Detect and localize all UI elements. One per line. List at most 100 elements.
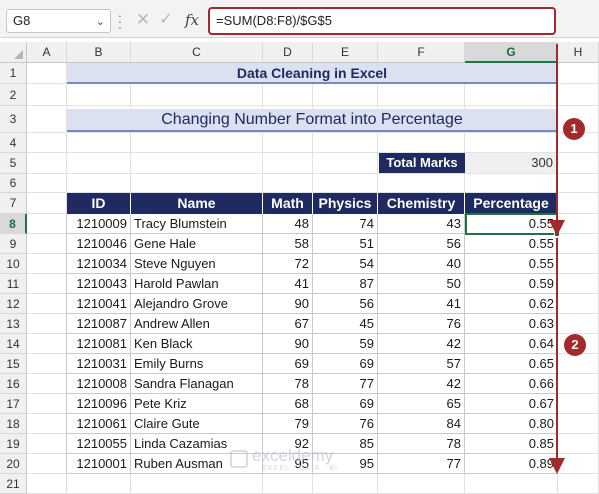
column-header-f[interactable]: F — [378, 42, 465, 63]
table-cell[interactable]: Harold Pawlan — [131, 274, 263, 294]
total-marks-label[interactable]: Total Marks — [379, 153, 465, 173]
table-cell[interactable]: 1210096 — [67, 394, 131, 414]
chevron-down-icon[interactable]: ⌄ — [96, 11, 105, 33]
table-cell[interactable]: 77 — [378, 454, 465, 474]
table-cell[interactable]: 41 — [263, 274, 313, 294]
row-header-5[interactable]: 5 — [0, 153, 27, 174]
table-header-cell[interactable]: Name — [131, 193, 263, 214]
row-header-18[interactable]: 18 — [0, 414, 27, 434]
row-header-4[interactable]: 4 — [0, 133, 27, 153]
row-header-11[interactable]: 11 — [0, 274, 27, 294]
column-header-b[interactable]: B — [67, 42, 131, 63]
table-cell[interactable]: 0.89 — [465, 454, 558, 474]
row-header-21[interactable]: 21 — [0, 474, 27, 494]
row-header-16[interactable]: 16 — [0, 374, 27, 394]
table-cell[interactable]: 69 — [313, 394, 378, 414]
table-cell[interactable]: 0.80 — [465, 414, 558, 434]
row-header-19[interactable]: 19 — [0, 434, 27, 454]
row-header-3[interactable]: 3 — [0, 106, 27, 133]
table-cell[interactable]: 56 — [313, 294, 378, 314]
table-cell[interactable]: 1210046 — [67, 234, 131, 254]
table-cell[interactable]: 1210031 — [67, 354, 131, 374]
table-cell[interactable]: Andrew Allen — [131, 314, 263, 334]
table-header-cell[interactable]: Percentage — [465, 193, 558, 214]
insert-function-icon[interactable]: fx — [182, 10, 202, 30]
more-options-icon[interactable]: · · · — [117, 8, 123, 34]
table-cell[interactable]: 0.55 — [465, 254, 558, 274]
table-cell[interactable]: 76 — [378, 314, 465, 334]
table-cell[interactable]: 79 — [263, 414, 313, 434]
table-cell[interactable]: Sandra Flanagan — [131, 374, 263, 394]
table-cell[interactable]: Steve Nguyen — [131, 254, 263, 274]
table-cell[interactable]: 43 — [378, 214, 465, 234]
table-cell[interactable]: 1210008 — [67, 374, 131, 394]
table-cell[interactable]: 0.62 — [465, 294, 558, 314]
table-cell[interactable]: 0.67 — [465, 394, 558, 414]
table-header-cell[interactable]: ID — [67, 193, 131, 214]
table-cell[interactable]: 57 — [378, 354, 465, 374]
table-cell[interactable]: Pete Kriz — [131, 394, 263, 414]
table-cell[interactable]: 0.65 — [465, 354, 558, 374]
table-cell[interactable]: 67 — [263, 314, 313, 334]
table-cell[interactable]: Tracy Blumstein — [131, 214, 263, 234]
table-cell[interactable]: 65 — [378, 394, 465, 414]
table-cell[interactable]: 78 — [263, 374, 313, 394]
column-header-g[interactable]: G — [465, 42, 558, 63]
table-cell[interactable]: 59 — [313, 334, 378, 354]
total-marks-value[interactable]: 300 — [465, 153, 557, 173]
table-cell[interactable]: 1210081 — [67, 334, 131, 354]
table-cell[interactable]: Emily Burns — [131, 354, 263, 374]
sheet-title[interactable]: Data Cleaning in Excel — [67, 63, 557, 84]
row-header-1[interactable]: 1 — [0, 63, 27, 84]
table-cell[interactable]: 0.85 — [465, 434, 558, 454]
table-cell[interactable]: 69 — [313, 354, 378, 374]
fill-handle[interactable] — [554, 231, 560, 237]
table-cell[interactable]: 76 — [313, 414, 378, 434]
table-cell[interactable]: 1210055 — [67, 434, 131, 454]
table-cell[interactable]: 51 — [313, 234, 378, 254]
check-icon[interactable]: ✓ — [157, 10, 175, 30]
table-cell[interactable]: 74 — [313, 214, 378, 234]
row-header-9[interactable]: 9 — [0, 234, 27, 254]
table-header-cell[interactable]: Chemistry — [378, 193, 465, 214]
table-cell[interactable]: 90 — [263, 334, 313, 354]
table-cell[interactable]: 1210061 — [67, 414, 131, 434]
sheet-subtitle[interactable]: Changing Number Format into Percentage — [67, 109, 557, 132]
row-header-6[interactable]: 6 — [0, 174, 27, 193]
table-cell[interactable]: 1210087 — [67, 314, 131, 334]
row-header-17[interactable]: 17 — [0, 394, 27, 414]
table-cell[interactable]: 56 — [378, 234, 465, 254]
table-cell[interactable]: 42 — [378, 374, 465, 394]
table-cell[interactable]: 69 — [263, 354, 313, 374]
row-header-13[interactable]: 13 — [0, 314, 27, 334]
row-header-7[interactable]: 7 — [0, 193, 27, 214]
table-cell[interactable]: 68 — [263, 394, 313, 414]
close-icon[interactable]: ✕ — [134, 10, 152, 30]
row-header-12[interactable]: 12 — [0, 294, 27, 314]
row-header-15[interactable]: 15 — [0, 354, 27, 374]
row-header-10[interactable]: 10 — [0, 254, 27, 274]
table-cell[interactable]: 78 — [378, 434, 465, 454]
table-cell[interactable]: Ken Black — [131, 334, 263, 354]
column-header-e[interactable]: E — [313, 42, 378, 63]
table-cell[interactable]: 0.63 — [465, 314, 558, 334]
table-cell[interactable]: 1210041 — [67, 294, 131, 314]
row-header-2[interactable]: 2 — [0, 84, 27, 106]
table-cell[interactable]: 0.55 — [465, 234, 558, 254]
table-cell[interactable]: 40 — [378, 254, 465, 274]
table-cell[interactable]: 84 — [378, 414, 465, 434]
table-cell[interactable]: 50 — [378, 274, 465, 294]
table-cell[interactable]: 77 — [313, 374, 378, 394]
table-cell[interactable]: 54 — [313, 254, 378, 274]
column-header-a[interactable]: A — [27, 42, 67, 63]
table-cell[interactable]: 45 — [313, 314, 378, 334]
table-cell[interactable]: 0.59 — [465, 274, 558, 294]
table-cell[interactable]: 1210043 — [67, 274, 131, 294]
table-cell[interactable]: Gene Hale — [131, 234, 263, 254]
column-header-c[interactable]: C — [131, 42, 263, 63]
row-header-8[interactable]: 8 — [0, 214, 27, 234]
table-header-cell[interactable]: Physics — [313, 193, 378, 214]
table-cell[interactable]: Alejandro Grove — [131, 294, 263, 314]
column-header-h[interactable]: H — [558, 42, 599, 63]
formula-input[interactable]: =SUM(D8:F8)/$G$5 — [208, 7, 556, 35]
